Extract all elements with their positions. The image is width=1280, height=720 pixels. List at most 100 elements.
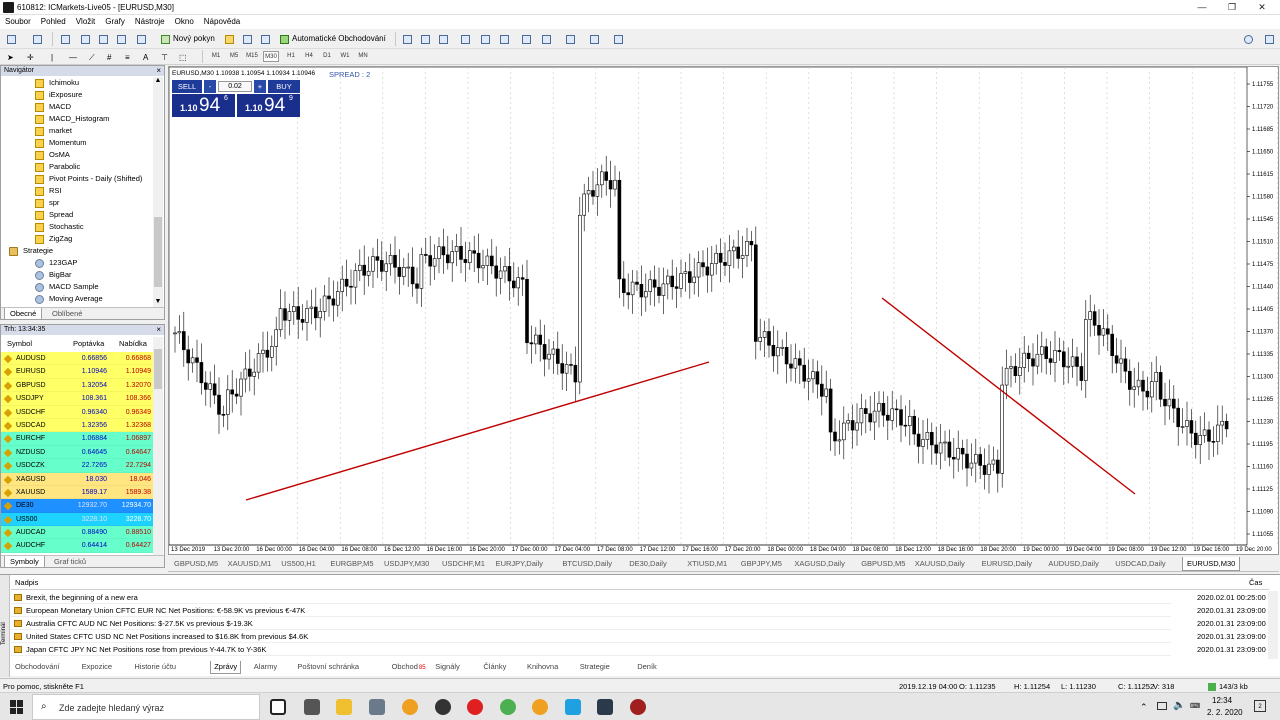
indicators-button[interactable] (563, 32, 577, 46)
menu-insert[interactable]: Vložit (71, 15, 101, 26)
market-watch-row[interactable]: USDCAD 1.32356 1.32368 (1, 418, 153, 433)
terminal-tab[interactable]: Alarmy (254, 661, 277, 674)
close-button[interactable]: ✕ (1248, 0, 1276, 15)
timeframe-m30[interactable]: M30 (263, 51, 279, 62)
timeframe-h4[interactable]: H4 (301, 51, 317, 62)
scrollbar-thumb[interactable] (154, 217, 162, 287)
buy-price[interactable]: 1.10 94 9 (237, 94, 300, 117)
arrow-tool[interactable]: ⬚ (176, 50, 190, 64)
fibonacci-tool[interactable]: ≡ (122, 50, 136, 64)
navigator-item[interactable]: BigBar (1, 269, 153, 281)
taskbar-search[interactable]: ⌕ Zde zadejte hledaný výraz (32, 694, 260, 720)
chart-tab[interactable]: XTIUSD,M1 (687, 557, 727, 571)
terminal-tab[interactable]: Strategie (580, 661, 610, 674)
price-chart[interactable]: 1.11755 1.11720 1.11685 1.11650 1.11615 1.115… (169, 67, 1278, 554)
chart-tab[interactable]: EURJPY,Daily (496, 557, 543, 571)
news-row[interactable]: Australia CFTC AUD NC Net Positions: $-2… (11, 617, 1266, 630)
market-watch-row[interactable]: US500 3228.10 3228.70 (1, 512, 153, 527)
crosshair-tool[interactable]: ✛ (24, 50, 38, 64)
chart-tab[interactable]: XAUUSD,M1 (228, 557, 272, 571)
terminal-tab[interactable]: Deník (637, 661, 657, 674)
tab-favorites[interactable]: Oblíbené (47, 308, 87, 320)
navigator-button[interactable] (96, 32, 110, 46)
market-watch-button[interactable] (58, 32, 72, 46)
menu-help[interactable]: Nápověda (199, 15, 245, 26)
navigator-item[interactable]: Pivot Points - Daily (Shifted) (1, 173, 153, 185)
market-watch-scrollbar[interactable] (153, 337, 163, 555)
calculator-icon[interactable] (304, 699, 320, 715)
chart-tab[interactable]: GBPUSD,M5 (861, 557, 905, 571)
navigator-item[interactable]: OsMA (1, 149, 153, 161)
scrollbar-thumb[interactable] (154, 349, 162, 389)
chart-tab[interactable]: BTCUSD,Daily (562, 557, 612, 571)
timeframe-m5[interactable]: M5 (226, 51, 242, 62)
chart-tab[interactable]: DE30,Daily (629, 557, 667, 571)
market-watch-row[interactable]: AUDCAD 0.88490 0.88510 (1, 526, 153, 540)
signals-button[interactable] (240, 32, 254, 46)
opera-icon[interactable] (467, 699, 483, 715)
market-watch-row[interactable]: AUDCHF 0.64414 0.64427 (1, 539, 153, 553)
news-row[interactable]: European Monetary Union CFTC EUR NC Net … (11, 604, 1266, 617)
terminal-button[interactable] (114, 32, 128, 46)
line-chart-button[interactable] (436, 32, 450, 46)
navigator-item[interactable]: RSI (1, 185, 153, 197)
maximize-button[interactable]: ❐ (1218, 0, 1246, 15)
navigator-item[interactable]: Spread (1, 209, 153, 221)
language-icon[interactable]: ⌨ (1190, 702, 1200, 710)
skype-icon[interactable] (565, 699, 581, 715)
minimize-button[interactable]: — (1188, 0, 1216, 15)
market-watch-row[interactable]: NZDUSD 0.64645 0.64647 (1, 445, 153, 460)
app-icon[interactable] (630, 699, 646, 715)
timeframe-mn[interactable]: MN (355, 51, 371, 62)
lot-decrease-button[interactable]: - (204, 80, 216, 93)
chart-shift-button[interactable] (519, 32, 533, 46)
col-symbol[interactable]: Symbol (7, 339, 32, 348)
timeframe-d1[interactable]: D1 (319, 51, 335, 62)
navigator-item[interactable]: MACD (1, 101, 153, 113)
navigator-item[interactable]: iExposure (1, 89, 153, 101)
timeframe-w1[interactable]: W1 (337, 51, 353, 62)
channel-tool[interactable]: # (104, 50, 118, 64)
zoom-out-button[interactable] (478, 32, 492, 46)
news-row[interactable]: Brexit, the beginning of a new era 2020.0… (11, 591, 1266, 604)
chart-tab[interactable]: US500,H1 (281, 557, 316, 571)
periods-button[interactable] (587, 32, 601, 46)
chart-tab[interactable]: XAGUSD,Daily (794, 557, 844, 571)
notification-icon[interactable]: 2 (1254, 700, 1266, 712)
market-watch-row[interactable]: AUDUSD 0.66856 0.66868 (1, 352, 153, 366)
timeframe-m1[interactable]: M1 (208, 51, 224, 62)
terminal-tab[interactable]: Historie účtu (134, 661, 176, 674)
sell-button[interactable]: SELL (172, 80, 202, 93)
terminal-tab[interactable]: Zprávy (210, 661, 242, 674)
col-bid[interactable]: Poptávka (73, 339, 104, 348)
vps-button[interactable] (258, 32, 272, 46)
tray-expand-icon[interactable]: ⌃ (1140, 702, 1148, 713)
label-tool[interactable]: ⊤ (158, 50, 172, 64)
navigator-item[interactable]: MACD Sample (1, 281, 153, 293)
sell-price[interactable]: 1.10 94 6 (172, 94, 235, 117)
market-watch-row[interactable]: EURUSD 1.10946 1.10949 (1, 365, 153, 379)
terminal-tab[interactable]: Expozice (82, 661, 112, 674)
data-window-button[interactable] (78, 32, 92, 46)
terminal-tab[interactable]: Obchodování (15, 661, 60, 674)
terminal-tab[interactable]: Obchod85 (392, 661, 426, 674)
vertical-line-tool[interactable]: | (48, 50, 62, 64)
navigator-item[interactable]: Stochastic (1, 221, 153, 233)
news-scrollbar[interactable] (1268, 591, 1278, 659)
col-ask[interactable]: Nabídka (119, 339, 147, 348)
app-icon[interactable] (369, 699, 385, 715)
taskbar-time[interactable]: 12:34 (1212, 696, 1232, 705)
media-player-icon[interactable] (532, 699, 548, 715)
menu-charts[interactable]: Grafy (100, 15, 130, 26)
close-icon[interactable]: × (156, 325, 161, 335)
market-watch-row[interactable]: USDCHF 0.96340 0.96349 (1, 405, 153, 419)
strategy-tester-button[interactable] (134, 32, 148, 46)
new-order-button[interactable]: Nový pokyn (158, 32, 216, 46)
candle-chart-button[interactable] (418, 32, 432, 46)
taskbar-date[interactable]: 2. 2. 2020 (1207, 708, 1243, 717)
lot-increase-button[interactable]: + (254, 80, 266, 93)
market-watch-row[interactable]: XAUUSD 1589.17 1589.38 (1, 485, 153, 500)
horizontal-line-tool[interactable]: — (66, 50, 80, 64)
chart-tab[interactable]: EURUSD,Daily (982, 557, 1032, 571)
navigator-item[interactable]: market (1, 125, 153, 137)
